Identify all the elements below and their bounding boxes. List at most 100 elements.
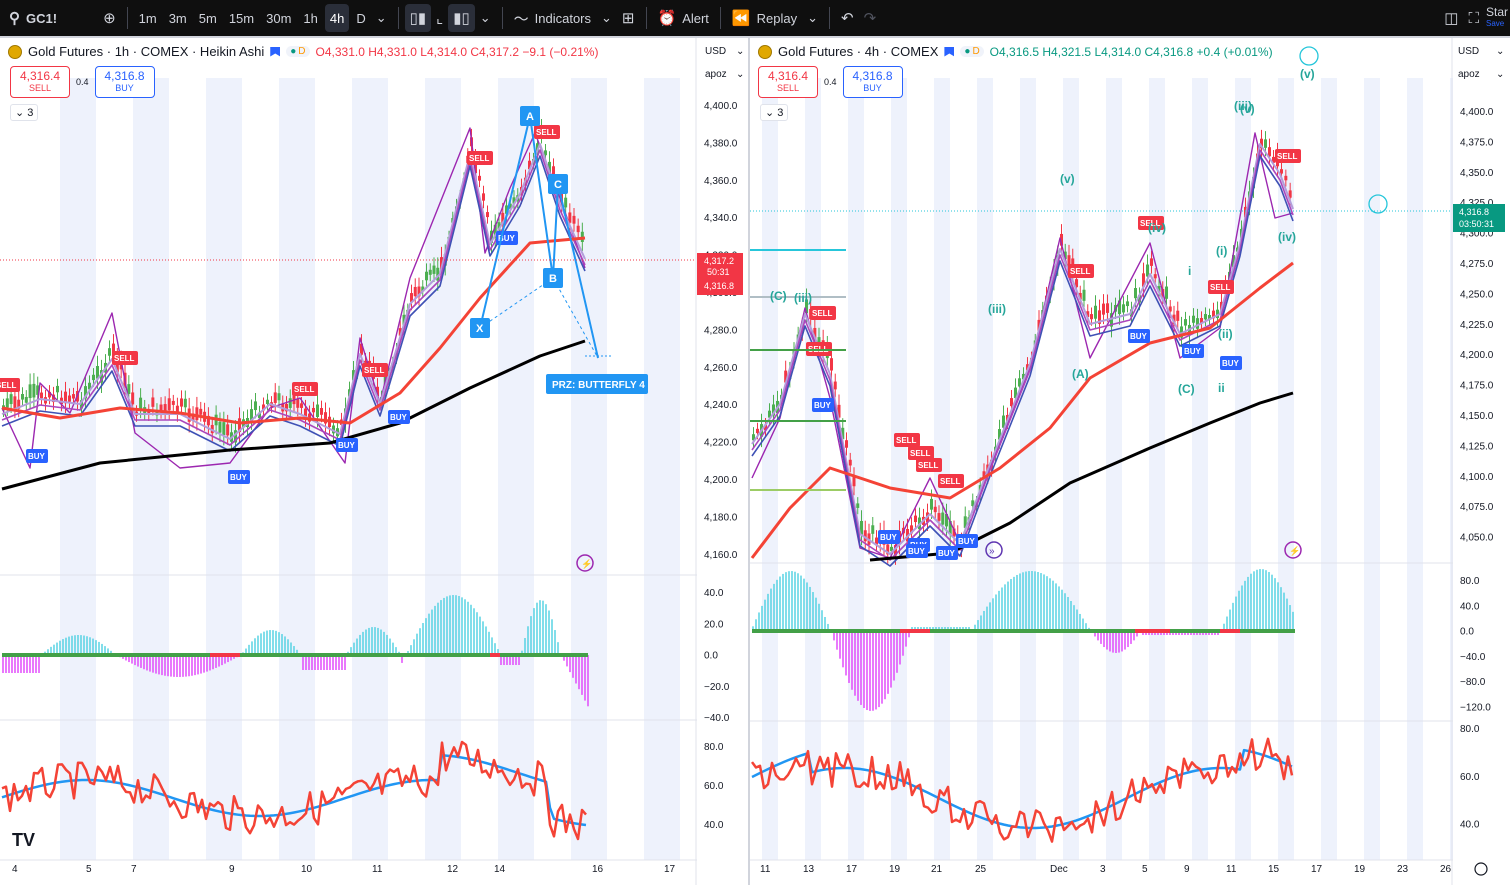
- chart-pane-right[interactable]: 4,400.0 4,375.0 4,350.0 4,325.0 4,300.0 4,275…: [750, 38, 1510, 885]
- candle-body: [226, 424, 230, 436]
- histogram-bar: [1076, 609, 1078, 631]
- histogram-bar: [275, 630, 277, 655]
- step-line-button[interactable]: ⌞: [431, 4, 448, 32]
- session-band: [498, 78, 534, 860]
- histogram-bar: [452, 595, 454, 655]
- scale-selector[interactable]: apoz: [1458, 69, 1480, 80]
- indicator-collapse-button[interactable]: ⌄ 3: [10, 104, 39, 121]
- chart-pane-left[interactable]: 4,400.04,380.04,360.04,340.04,320.04,300…: [0, 38, 748, 885]
- candle-body: [856, 503, 860, 508]
- histogram-bar: [251, 641, 253, 655]
- interval-button-30m[interactable]: 30m: [261, 4, 296, 32]
- indicators-button[interactable]: 〜 Indicators: [509, 4, 596, 32]
- status-dot-icon: ●: [964, 46, 971, 57]
- flag-icon[interactable]: [944, 46, 955, 57]
- fullscreen-button[interactable]: ⛶: [1463, 4, 1484, 32]
- histogram-bar: [869, 631, 871, 711]
- bars-chart-type-button[interactable]: ▮▯: [448, 4, 475, 32]
- interval-button-5m[interactable]: 5m: [194, 4, 222, 32]
- ma-200-line: [869, 391, 1294, 562]
- candle-body: [845, 440, 848, 448]
- chart-type-dropdown-button[interactable]: ⌄: [475, 4, 496, 32]
- undo-icon: ↶: [840, 10, 854, 27]
- alert-button[interactable]: ⏰ Alert: [653, 4, 714, 32]
- indicator-collapse-button[interactable]: ⌄ 3: [760, 104, 789, 121]
- date-tick-label: 9: [229, 864, 235, 875]
- scale-selector[interactable]: apoz: [705, 69, 727, 80]
- interval-button-3m[interactable]: 3m: [164, 4, 192, 32]
- histogram-bar: [38, 655, 40, 673]
- histogram-bar: [26, 655, 28, 673]
- interval-button-1h[interactable]: 1h: [298, 4, 322, 32]
- sell-signal-label: SELL: [536, 128, 557, 137]
- osc-tick-label: −40.0: [1460, 652, 1486, 663]
- histogram-bar: [308, 655, 310, 670]
- undo-button[interactable]: ↶: [836, 4, 859, 32]
- chart-canvas-left[interactable]: 4,400.04,380.04,360.04,340.04,320.04,300…: [0, 38, 748, 885]
- interval-button-4h[interactable]: 4h: [324, 4, 350, 32]
- pattern-point-label: C: [554, 179, 562, 191]
- histogram-bar: [1241, 585, 1243, 631]
- step-line-icon: ⌞: [436, 10, 444, 27]
- chevron-down-icon[interactable]: ⌄: [736, 69, 744, 80]
- histogram-bar: [1265, 570, 1267, 631]
- chart-title[interactable]: Gold Futures · 1h · COMEX · Heikin Ashi: [28, 44, 264, 59]
- histogram-bar: [182, 655, 184, 677]
- histogram-bar: [1055, 583, 1057, 631]
- buy-button[interactable]: 4,316.8 BUY: [94, 66, 155, 98]
- histogram-bar: [1067, 597, 1069, 631]
- histogram-bar: [1232, 602, 1234, 631]
- currency-selector[interactable]: USD: [705, 46, 726, 57]
- symbol-search-button[interactable]: ⚲ GC1!: [4, 4, 62, 32]
- chevron-down-icon: ⌄: [765, 107, 778, 119]
- start-save-button[interactable]: Star Save: [1484, 4, 1510, 32]
- histogram-bar: [821, 610, 823, 631]
- chevron-down-icon[interactable]: ⌄: [1496, 69, 1504, 80]
- interval-dropdown-button[interactable]: ⌄: [371, 4, 392, 32]
- chevron-down-icon[interactable]: ⌄: [1496, 46, 1504, 57]
- layouts-button[interactable]: ⊞: [617, 4, 640, 32]
- histogram-bar: [575, 655, 577, 684]
- price-tick-label: 4,200.0: [704, 475, 738, 486]
- histogram-bar: [161, 655, 163, 676]
- sell-signal-label: SELL: [918, 461, 939, 470]
- flag-icon[interactable]: [270, 46, 281, 57]
- sell-button[interactable]: 4,316.4 SELL: [758, 66, 818, 98]
- replay-button[interactable]: ⏪ Replay: [727, 4, 802, 32]
- candle-body: [296, 398, 300, 408]
- histogram-bar: [374, 627, 376, 655]
- currency-selector[interactable]: USD: [1458, 46, 1479, 57]
- chevron-down-icon[interactable]: ⌄: [736, 46, 744, 57]
- candle-body: [28, 384, 32, 399]
- sell-button[interactable]: 4,316.4 SELL: [10, 66, 70, 98]
- price-tick-label: 4,360.0: [704, 176, 738, 187]
- histogram-bar: [212, 655, 214, 670]
- interval-button-15m[interactable]: 15m: [224, 4, 259, 32]
- toggle-panel-button[interactable]: ◫: [1439, 4, 1463, 32]
- alert-label: Alert: [682, 10, 709, 26]
- osc-tick-label: 40.0: [704, 588, 724, 599]
- elliott-wave-label: (C): [1178, 382, 1195, 396]
- histogram-bar: [578, 655, 580, 690]
- histogram-bar: [260, 633, 262, 655]
- redo-button[interactable]: ↷: [859, 4, 882, 32]
- histogram-bar: [1283, 592, 1285, 631]
- candles-chart-type-button[interactable]: ▯▮: [404, 4, 432, 32]
- buy-button[interactable]: 4,316.8 BUY: [842, 66, 903, 98]
- histogram-bar: [263, 631, 265, 655]
- replay-dropdown-button[interactable]: ⌄: [802, 4, 823, 32]
- histogram-bar: [1106, 631, 1108, 650]
- histogram-bar: [449, 595, 451, 655]
- chart-title[interactable]: Gold Futures · 4h · COMEX: [778, 44, 938, 59]
- histogram-bar: [1022, 572, 1024, 631]
- indicators-dropdown-button[interactable]: ⌄: [596, 4, 617, 32]
- low-value: L4,314.0: [420, 44, 468, 59]
- interval-button-D[interactable]: D: [351, 4, 370, 32]
- compare-add-button[interactable]: ⊕: [98, 4, 121, 32]
- date-tick-label: 17: [846, 864, 858, 875]
- session-band: [762, 78, 778, 860]
- buy-signal-label: BUY: [28, 452, 46, 461]
- chart-canvas-right[interactable]: 4,400.04,375.04,350.04,325.04,300.04,275…: [750, 38, 1510, 885]
- interval-button-1m[interactable]: 1m: [134, 4, 162, 32]
- histogram-bar: [887, 631, 889, 694]
